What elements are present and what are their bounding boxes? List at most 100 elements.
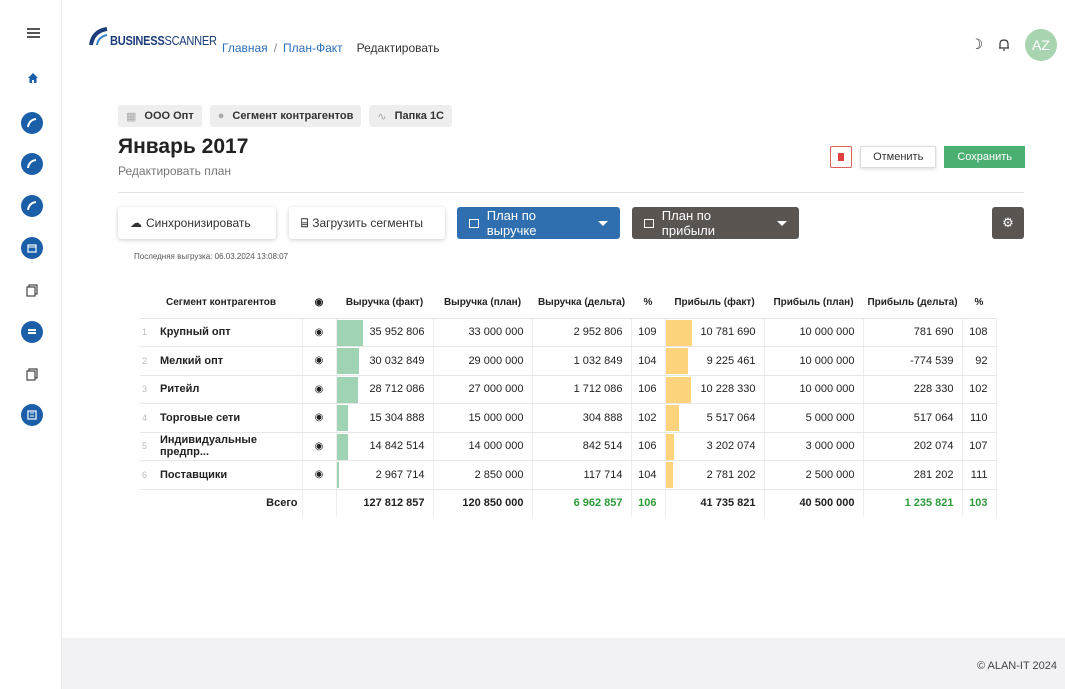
rev-delta-cell: 117 714 bbox=[532, 460, 632, 490]
eye-icon[interactable]: ◉ bbox=[302, 346, 337, 376]
rev-plan-cell[interactable]: 29 000 000 bbox=[433, 346, 533, 376]
col-visibility[interactable]: ◉ bbox=[302, 288, 336, 319]
plan-table: Сегмент контрагентов ◉ Выручка (факт) Вы… bbox=[140, 288, 997, 517]
last-upload: Последняя выгрузка: 06.03.2024 13:08:07 bbox=[134, 252, 289, 261]
rev-fact-cell[interactable]: 30 032 849 bbox=[336, 346, 434, 376]
save-button[interactable]: Сохранить bbox=[944, 146, 1025, 168]
delete-button[interactable] bbox=[830, 146, 853, 168]
col-rev-pct[interactable]: % bbox=[631, 288, 665, 319]
theme-toggle-icon[interactable]: ☽ bbox=[970, 37, 983, 53]
calendar-icon[interactable] bbox=[21, 237, 43, 259]
gear-icon: ⚙ bbox=[1002, 215, 1014, 231]
prof-plan-cell[interactable]: 10 000 000 bbox=[764, 346, 864, 376]
grid-icon[interactable] bbox=[21, 321, 43, 343]
rev-plan-cell[interactable]: 2 850 000 bbox=[433, 460, 533, 490]
table-row[interactable]: 2 Мелкий опт ◉ 30 032 849 29 000 000 1 032 84… bbox=[140, 346, 997, 376]
rev-share-bar bbox=[336, 433, 348, 460]
rev-plan-cell[interactable]: 33 000 000 bbox=[433, 318, 533, 347]
rev-fact-cell[interactable]: 28 712 086 bbox=[336, 375, 434, 404]
load-segments-button[interactable]: ⌸ Загрузить сегменты bbox=[289, 207, 445, 239]
col-rev-plan[interactable]: Выручка (план) bbox=[433, 288, 532, 319]
prof-fact-cell[interactable]: 3 202 074 bbox=[665, 432, 765, 461]
table-row[interactable]: 4 Торговые сети ◉ 15 304 888 15 000 000 304 8… bbox=[140, 403, 997, 433]
plan-profit-dropdown[interactable]: План по прибыли bbox=[632, 207, 799, 239]
logo[interactable]: BUSINESSSCANNER bbox=[88, 26, 236, 48]
copy-icon[interactable] bbox=[21, 363, 43, 385]
rev-fact-cell[interactable]: 35 952 806 bbox=[336, 318, 434, 347]
scanner-icon[interactable] bbox=[21, 153, 43, 175]
prof-delta-cell: -774 539 bbox=[863, 346, 963, 376]
prof-share-bar bbox=[665, 462, 673, 488]
toolbar: ☁ Синхронизировать ⌸ Загрузить сегменты Пл… bbox=[118, 207, 1024, 239]
rev-plan-cell[interactable]: 27 000 000 bbox=[433, 375, 533, 404]
table-row[interactable]: 6 Поставщики ◉ 2 967 714 2 850 000 117 714 104… bbox=[140, 460, 997, 490]
prof-plan-cell[interactable]: 2 500 000 bbox=[764, 460, 864, 490]
table-row[interactable]: 1 Крупный опт ◉ 35 952 806 33 000 000 2 952 8… bbox=[140, 318, 997, 347]
chip-segment[interactable]: ● Сегмент контрагентов bbox=[209, 105, 362, 127]
row-index: 6 bbox=[140, 460, 156, 490]
rev-pct-cell: 106 bbox=[631, 375, 666, 404]
scanner-icon[interactable] bbox=[21, 112, 43, 134]
rev-plan-cell[interactable]: 14 000 000 bbox=[433, 432, 533, 461]
row-index: 3 bbox=[140, 375, 156, 404]
col-rev-delta[interactable]: Выручка (дельта) bbox=[532, 288, 631, 319]
divider bbox=[118, 192, 1024, 193]
rev-pct-cell: 106 bbox=[631, 432, 666, 461]
eye-icon[interactable]: ◉ bbox=[302, 403, 337, 433]
col-prof-fact[interactable]: Прибыль (факт) bbox=[665, 288, 764, 319]
eye-icon[interactable]: ◉ bbox=[302, 460, 337, 490]
prof-fact-cell[interactable]: 10 228 330 bbox=[665, 375, 765, 404]
eye-icon[interactable]: ◉ bbox=[302, 432, 337, 461]
table-row[interactable]: 5 Индивидуальные предпр... ◉ 14 842 514 14 0… bbox=[140, 432, 997, 461]
main-content: ▦ ООО Опт ● Сегмент контрагентов ∿ Папка 1С… bbox=[62, 80, 1065, 638]
prof-fact-cell[interactable]: 2 781 202 bbox=[665, 460, 765, 490]
eye-icon: ◉ bbox=[314, 297, 324, 309]
logo-icon bbox=[89, 27, 108, 46]
chip-company[interactable]: ▦ ООО Опт bbox=[118, 105, 202, 127]
breadcrumb-home[interactable]: Главная bbox=[222, 41, 268, 55]
prof-delta-cell: 228 330 bbox=[863, 375, 963, 404]
rev-fact-cell[interactable]: 15 304 888 bbox=[336, 403, 434, 433]
segment-name: Мелкий опт bbox=[156, 346, 303, 376]
cancel-button[interactable]: Отменить bbox=[860, 146, 937, 168]
col-segment[interactable]: Сегмент контрагентов bbox=[140, 288, 302, 319]
prof-fact-cell[interactable]: 9 225 461 bbox=[665, 346, 765, 376]
col-prof-delta[interactable]: Прибыль (дельта) bbox=[863, 288, 962, 319]
report-icon[interactable] bbox=[21, 404, 43, 426]
rev-fact-cell[interactable]: 14 842 514 bbox=[336, 432, 434, 461]
chip-folder[interactable]: ∿ Папка 1С bbox=[369, 105, 453, 127]
scanner-icon[interactable] bbox=[21, 195, 43, 217]
sync-button[interactable]: ☁ Синхронизировать bbox=[118, 207, 276, 239]
rev-delta-cell: 2 952 806 bbox=[532, 318, 632, 347]
eye-icon[interactable]: ◉ bbox=[302, 318, 337, 347]
col-rev-fact[interactable]: Выручка (факт) bbox=[336, 288, 433, 319]
plan-revenue-dropdown[interactable]: План по выручке bbox=[457, 207, 620, 239]
bell-icon[interactable] bbox=[997, 38, 1011, 52]
settings-button[interactable]: ⚙ bbox=[992, 207, 1024, 239]
breadcrumb-plan-fact[interactable]: План-Факт bbox=[283, 41, 343, 55]
prof-pct-cell: 111 bbox=[962, 460, 997, 490]
prof-pct-cell: 92 bbox=[962, 346, 997, 376]
prof-fact-cell[interactable]: 10 781 690 bbox=[665, 318, 765, 347]
rev-pct-cell: 102 bbox=[631, 403, 666, 433]
prof-fact-cell[interactable]: 5 517 064 bbox=[665, 403, 765, 433]
col-prof-pct[interactable]: % bbox=[962, 288, 996, 319]
avatar[interactable]: AZ bbox=[1025, 29, 1057, 61]
prof-plan-cell[interactable]: 10 000 000 bbox=[764, 318, 864, 347]
prof-plan-cell[interactable]: 3 000 000 bbox=[764, 432, 864, 461]
table-row[interactable]: 3 Ритейл ◉ 28 712 086 27 000 000 1 712 086 106… bbox=[140, 375, 997, 404]
eye-icon[interactable]: ◉ bbox=[302, 375, 337, 404]
page-subtitle: Редактировать план bbox=[118, 164, 232, 178]
home-icon[interactable] bbox=[25, 70, 41, 86]
copyright: © ALAN-IT 2024 bbox=[976, 660, 1057, 672]
rev-fact-cell[interactable]: 2 967 714 bbox=[336, 460, 434, 490]
total-label: Всего bbox=[140, 489, 303, 517]
total-prof-delta: 1 235 821 bbox=[863, 489, 963, 517]
copy-icon[interactable] bbox=[21, 279, 43, 301]
col-prof-plan[interactable]: Прибыль (план) bbox=[764, 288, 863, 319]
prof-plan-cell[interactable]: 5 000 000 bbox=[764, 403, 864, 433]
rev-plan-cell[interactable]: 15 000 000 bbox=[433, 403, 533, 433]
prof-plan-cell[interactable]: 10 000 000 bbox=[764, 375, 864, 404]
segment-name: Крупный опт bbox=[156, 318, 303, 347]
menu-icon[interactable] bbox=[25, 25, 41, 41]
